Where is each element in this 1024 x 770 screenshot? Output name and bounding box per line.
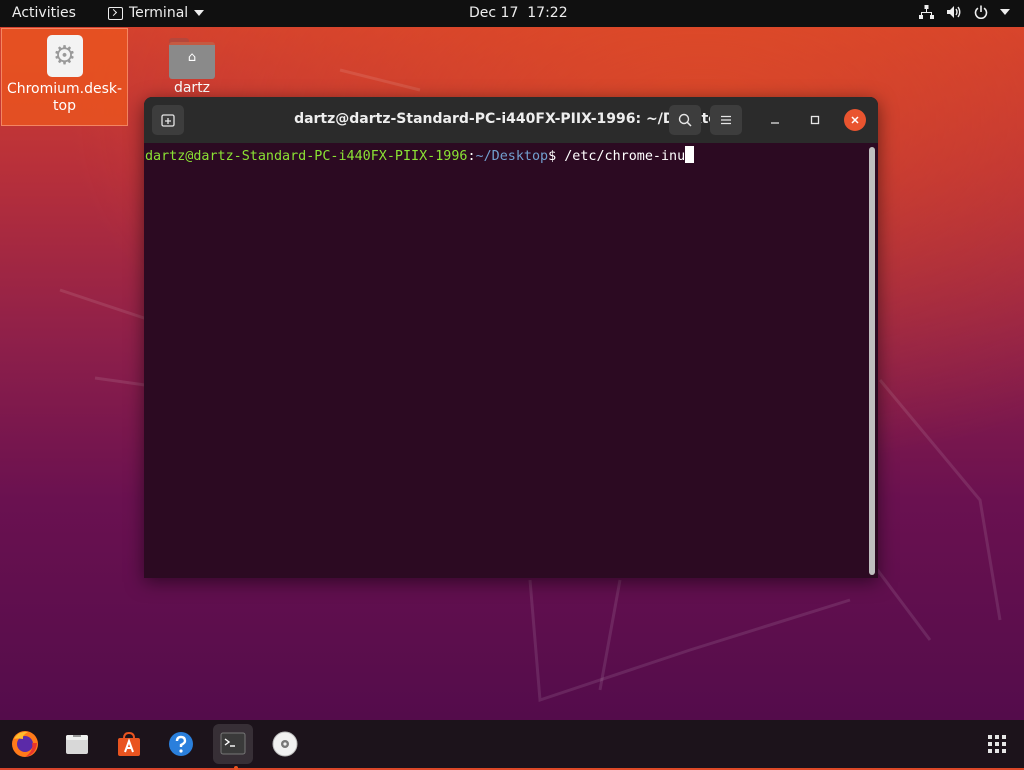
files-icon bbox=[66, 735, 88, 754]
disc-icon bbox=[272, 731, 298, 757]
prompt-user: dartz@dartz-Standard-PC-i440FX-PIIX-1996 bbox=[145, 149, 468, 164]
minimize-icon bbox=[771, 122, 779, 124]
show-applications-button[interactable] bbox=[977, 724, 1017, 764]
chevron-down-icon bbox=[1000, 9, 1010, 15]
prompt-separator: : bbox=[467, 149, 476, 164]
desktop-icon-label: dartz bbox=[173, 80, 211, 96]
dock-disc[interactable] bbox=[265, 724, 305, 764]
dock-firefox[interactable] bbox=[5, 724, 45, 764]
terminal-icon bbox=[220, 732, 246, 755]
top-bar: Activities Terminal Dec 17 17:22 bbox=[0, 0, 1024, 27]
minimize-button[interactable] bbox=[764, 109, 786, 131]
system-tray[interactable] bbox=[919, 5, 1010, 19]
desktop-icon-label: top bbox=[53, 98, 76, 114]
terminal-scrollbar[interactable] bbox=[869, 147, 875, 575]
terminal-small-icon bbox=[108, 6, 123, 20]
prompt-path: ~/Desktop bbox=[475, 149, 549, 164]
home-folder-icon: ⌂ bbox=[169, 38, 215, 79]
volume-icon bbox=[947, 6, 961, 18]
firefox-icon bbox=[12, 731, 38, 757]
command-text: /etc/chrome-inu bbox=[564, 149, 686, 164]
prompt-symbol: $ bbox=[548, 149, 565, 164]
hamburger-menu-icon bbox=[721, 115, 731, 125]
terminal-header-bar[interactable]: dartz@dartz-Standard-PC-i440FX-PIIX-1996… bbox=[144, 97, 878, 143]
terminal-window[interactable]: dartz@dartz-Standard-PC-i440FX-PIIX-1996… bbox=[144, 97, 878, 578]
running-indicator bbox=[234, 766, 238, 770]
maximize-button[interactable] bbox=[804, 109, 826, 131]
show-applications-icon bbox=[988, 735, 1006, 753]
activities-button[interactable]: Activities bbox=[12, 5, 76, 21]
power-icon bbox=[974, 5, 988, 19]
chevron-down-icon bbox=[194, 10, 205, 16]
search-button[interactable] bbox=[669, 105, 701, 135]
network-icon bbox=[919, 5, 934, 19]
close-icon bbox=[851, 116, 859, 124]
clock[interactable]: Dec 17 17:22 bbox=[469, 5, 568, 21]
terminal-output[interactable]: dartz@dartz-Standard-PC-i440FX-PIIX-1996… bbox=[144, 143, 878, 578]
desktop-icon-home-folder[interactable]: ⌂ dartz bbox=[148, 30, 236, 100]
terminal-line: dartz@dartz-Standard-PC-i440FX-PIIX-1996… bbox=[145, 146, 695, 164]
app-menu[interactable]: Terminal bbox=[108, 5, 205, 21]
help-icon bbox=[169, 732, 193, 756]
clock-date: Dec 17 bbox=[469, 5, 519, 21]
menu-button[interactable] bbox=[710, 105, 742, 135]
dock-files[interactable] bbox=[57, 724, 97, 764]
software-center-icon bbox=[118, 731, 140, 756]
maximize-icon bbox=[810, 115, 820, 125]
dock bbox=[0, 720, 1024, 770]
dock-terminal[interactable] bbox=[213, 724, 253, 770]
text-cursor bbox=[685, 146, 695, 163]
dock-software[interactable] bbox=[109, 724, 149, 764]
clock-time: 17:22 bbox=[527, 5, 568, 21]
gear-icon: ⚙ bbox=[46, 35, 83, 77]
search-icon bbox=[678, 113, 692, 127]
app-menu-label: Terminal bbox=[129, 5, 189, 21]
desktop-icon-chromium-desktop[interactable]: ⚙ Chromium.desk- top bbox=[1, 28, 128, 126]
desktop-icon-label: Chromium.desk- bbox=[6, 81, 123, 97]
dock-help[interactable] bbox=[161, 724, 201, 764]
close-button[interactable] bbox=[844, 109, 866, 131]
